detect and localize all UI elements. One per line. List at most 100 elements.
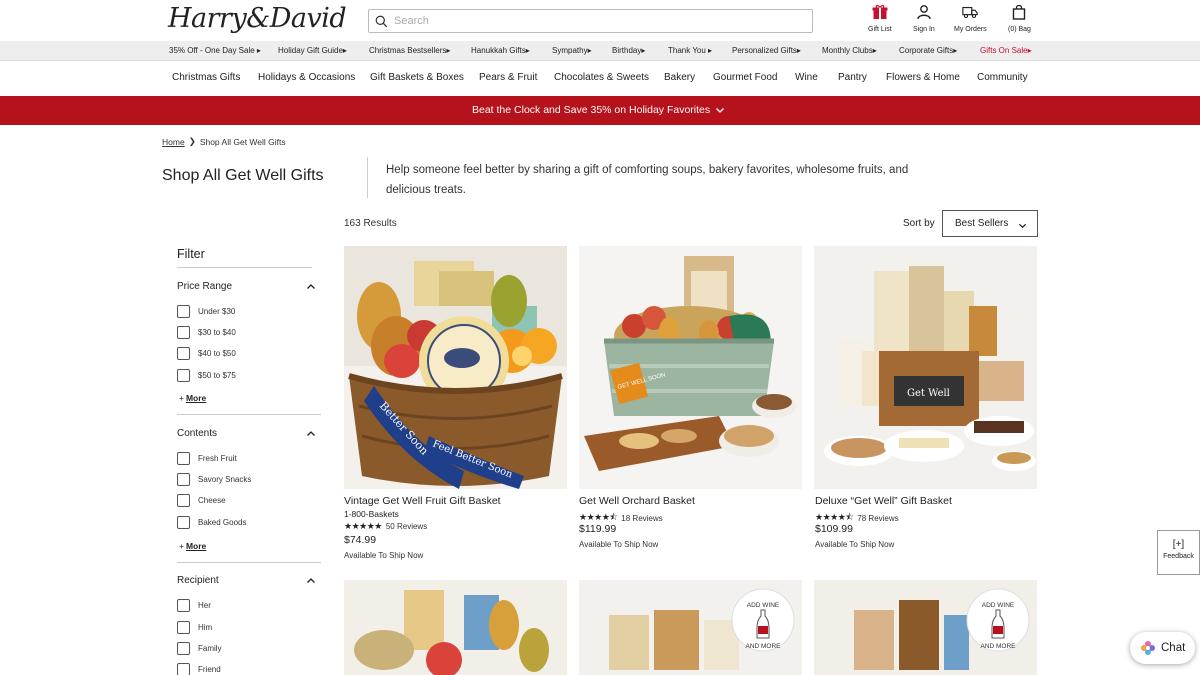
nav-christmas-gifts[interactable]: Christmas Gifts: [172, 72, 240, 83]
promo-link-christmas-bestsellers[interactable]: Christmas Bestsellers▸: [369, 46, 450, 55]
search-input[interactable]: [394, 15, 794, 27]
checkbox[interactable]: [177, 452, 190, 465]
checkbox[interactable]: [177, 326, 190, 339]
promo-link-birthday[interactable]: Birthday▸: [612, 46, 645, 55]
review-count: 50 Reviews: [385, 522, 428, 531]
nav-wine[interactable]: Wine: [795, 72, 818, 83]
page-title: Shop All Get Well Gifts: [162, 167, 324, 184]
feedback-button[interactable]: [+] Feedback: [1157, 530, 1200, 575]
product-rating[interactable]: ★★★★★ 50 Reviews: [344, 521, 427, 532]
filter-option-her[interactable]: Her: [177, 599, 211, 612]
filter-option-friend[interactable]: Friend: [177, 663, 221, 675]
price-more-link[interactable]: + More: [179, 393, 206, 403]
filter-option-savory-snacks[interactable]: Savory Snacks: [177, 473, 251, 486]
chevron-up-icon[interactable]: [306, 576, 316, 586]
chat-button[interactable]: Chat: [1130, 632, 1195, 664]
nav-bakery[interactable]: Bakery: [664, 72, 695, 83]
feedback-label: Feedback: [1163, 553, 1194, 560]
feedback-icon: [+]: [1172, 539, 1185, 550]
chevron-up-icon[interactable]: [306, 282, 316, 292]
nav-holidays-occasions[interactable]: Holidays & Occasions: [258, 72, 355, 83]
promo-link-monthly-clubs[interactable]: Monthly Clubs▸: [822, 46, 877, 55]
checkbox[interactable]: [177, 494, 190, 507]
product-brand: 1-800-Baskets: [344, 509, 399, 519]
filter-option-label: $40 to $50: [198, 349, 236, 358]
checkbox[interactable]: [177, 599, 190, 612]
nav-chocolates-sweets[interactable]: Chocolates & Sweets: [554, 72, 649, 83]
promo-banner[interactable]: Beat the Clock and Save 35% on Holiday F…: [0, 96, 1200, 125]
filter-option-family[interactable]: Family: [177, 642, 222, 655]
checkbox[interactable]: [177, 473, 190, 486]
filter-option-fresh-fruit[interactable]: Fresh Fruit: [177, 452, 237, 465]
sign-in-link[interactable]: Sign In: [913, 4, 935, 33]
gift-list-link[interactable]: Gift List: [868, 4, 892, 33]
checkbox[interactable]: [177, 347, 190, 360]
ship-status: Available To Ship Now: [815, 540, 895, 549]
filter-option-him[interactable]: Him: [177, 621, 212, 634]
promo-link-gifts-on-sale[interactable]: Gifts On Sale▸: [980, 46, 1032, 55]
filter-group-price-range[interactable]: Price Range: [177, 281, 232, 292]
filter-option-label: Under $30: [198, 307, 236, 316]
filter-option-40-to-50[interactable]: $40 to $50: [177, 347, 236, 360]
nav-pantry[interactable]: Pantry: [838, 72, 867, 83]
product-image-row2-3[interactable]: ADD WINE AND MORE: [814, 580, 1037, 675]
search-bar[interactable]: [368, 9, 813, 33]
product-image-row2-2[interactable]: ADD WINE AND MORE: [579, 580, 802, 675]
promo-link-one-day-sale[interactable]: 35% Off - One Day Sale ▸: [169, 46, 261, 55]
promo-link-corporate-gifts[interactable]: Corporate Gifts▸: [899, 46, 957, 55]
search-icon: [375, 15, 388, 27]
nav-flowers-home[interactable]: Flowers & Home: [886, 72, 960, 83]
product-name[interactable]: Get Well Orchard Basket: [579, 495, 695, 507]
promo-link-thank-you[interactable]: Thank You ▸: [668, 46, 712, 55]
sort-selected-value: Best Sellers: [955, 218, 1009, 229]
product-image-vintage-get-well[interactable]: Better Soon Feel Better Soon: [344, 246, 567, 489]
bag-link[interactable]: (0) Bag: [1008, 4, 1031, 33]
promo-link-hanukkah-gifts[interactable]: Hanukkah Gifts▸: [471, 46, 530, 55]
filter-option-under-30[interactable]: Under $30: [177, 305, 235, 318]
nav-pears-fruit[interactable]: Pears & Fruit: [479, 72, 537, 83]
product-image-deluxe-get-well[interactable]: Get Well: [814, 246, 1037, 489]
checkbox[interactable]: [177, 621, 190, 634]
product-image-row2-1[interactable]: [344, 580, 567, 675]
title-divider: [367, 157, 368, 198]
filter-group-contents[interactable]: Contents: [177, 428, 217, 439]
checkbox[interactable]: [177, 369, 190, 382]
checkbox[interactable]: [177, 642, 190, 655]
ship-status: Available To Ship Now: [344, 551, 424, 560]
main-navigation: Christmas Gifts Holidays & Occasions Gif…: [0, 62, 1200, 96]
top-header: Harry&David Gift List Sign In My Orders …: [0, 0, 1200, 41]
checkbox[interactable]: [177, 516, 190, 529]
contents-more-link[interactable]: + More: [179, 541, 206, 551]
promo-link-personalized-gifts[interactable]: Personalized Gifts▸: [732, 46, 801, 55]
product-name[interactable]: Deluxe “Get Well” Gift Basket: [815, 495, 952, 507]
nav-gift-baskets-boxes[interactable]: Gift Baskets & Boxes: [370, 72, 464, 83]
filter-option-label: Baked Goods: [198, 518, 247, 527]
product-image-get-well-orchard[interactable]: GET WELL SOON: [579, 246, 802, 489]
filter-group-recipient[interactable]: Recipient: [177, 575, 219, 586]
filter-option-50-to-75[interactable]: $50 to $75: [177, 369, 236, 382]
page-description: Help someone feel better by sharing a gi…: [386, 164, 909, 196]
filter-option-baked-goods[interactable]: Baked Goods: [177, 516, 246, 529]
nav-gourmet-food[interactable]: Gourmet Food: [713, 72, 777, 83]
promo-link-sympathy[interactable]: Sympathy▸: [552, 46, 592, 55]
promo-link-holiday-gift-guide[interactable]: Holiday Gift Guide▸: [278, 46, 347, 55]
filter-option-30-to-40[interactable]: $30 to $40: [177, 326, 236, 339]
chevron-down-icon[interactable]: [715, 105, 725, 115]
more-label: More: [185, 393, 207, 403]
chat-flower-icon: [1141, 641, 1155, 655]
sign-in-label: Sign In: [913, 26, 935, 33]
filter-divider: [177, 267, 312, 268]
bag-label: (0) Bag: [1008, 26, 1031, 33]
review-count: 18 Reviews: [621, 513, 663, 523]
sort-dropdown[interactable]: Best Sellers: [942, 210, 1038, 237]
chevron-up-icon[interactable]: [306, 429, 316, 439]
filter-option-cheese[interactable]: Cheese: [177, 494, 226, 507]
my-orders-link[interactable]: My Orders: [954, 4, 987, 33]
product-name[interactable]: Vintage Get Well Fruit Gift Basket: [344, 495, 501, 507]
filter-option-label: Family: [198, 644, 222, 653]
nav-community[interactable]: Community: [977, 72, 1028, 83]
harry-david-logo[interactable]: Harry&David: [168, 3, 347, 34]
checkbox[interactable]: [177, 305, 190, 318]
checkbox[interactable]: [177, 663, 190, 675]
breadcrumb-home[interactable]: Home: [162, 137, 185, 147]
